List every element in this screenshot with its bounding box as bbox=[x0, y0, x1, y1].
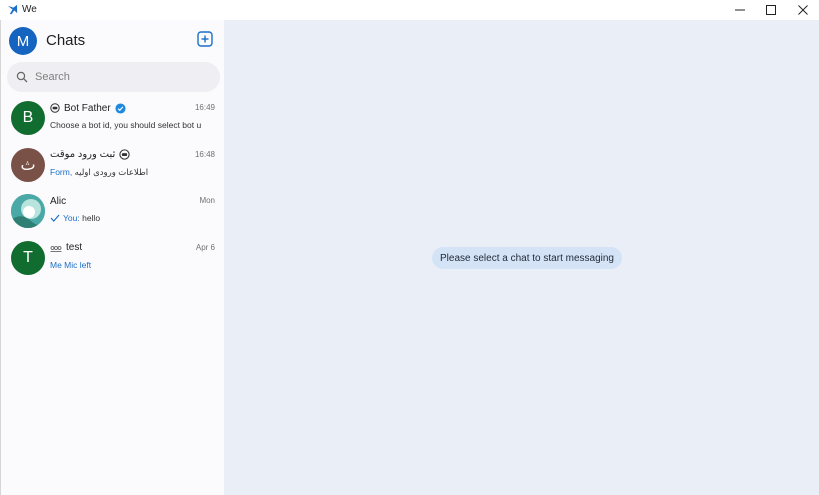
compose-icon[interactable] bbox=[197, 31, 213, 47]
message-preview: You: hello bbox=[50, 213, 218, 223]
chat-name: Alic bbox=[50, 195, 67, 207]
chat-item-alic[interactable]: Alic Mon You: hello bbox=[1, 190, 225, 237]
app-logo-icon bbox=[7, 4, 18, 15]
chat-list: B Bot Father 16:49 Choose a bot id, you … bbox=[1, 97, 225, 283]
bot-icon bbox=[119, 149, 130, 160]
message-preview: Form, اطلاعات ورودی اولیه bbox=[50, 167, 218, 178]
user-avatar[interactable]: M bbox=[9, 27, 37, 55]
chat-name: ثبت ورود موقت bbox=[50, 149, 116, 160]
group-icon bbox=[50, 245, 62, 252]
avatar-image bbox=[11, 194, 45, 228]
maximize-icon bbox=[766, 5, 776, 15]
chat-item-temp-login[interactable]: ث ثبت ورود موقت 16:48 Form, اطلاعات ورود… bbox=[1, 144, 225, 191]
close-icon bbox=[798, 5, 808, 15]
message-preview: Choose a bot id, you should select bot u bbox=[50, 120, 218, 130]
chat-sidebar: M Chats B Bot Father bbox=[0, 20, 224, 495]
check-icon bbox=[50, 214, 60, 222]
avatar bbox=[11, 194, 45, 228]
sidebar-header: M Chats bbox=[1, 20, 225, 60]
preview-prefix: You: bbox=[63, 213, 80, 223]
chat-time: Mon bbox=[199, 196, 215, 205]
chat-item-bot-father[interactable]: B Bot Father 16:49 Choose a bot id, you … bbox=[1, 97, 225, 144]
search-input[interactable] bbox=[35, 66, 210, 88]
minimize-icon bbox=[735, 9, 745, 11]
page-title: Chats bbox=[46, 32, 86, 49]
empty-state-message: Please select a chat to start messaging bbox=[432, 247, 622, 269]
avatar: T bbox=[11, 240, 45, 275]
chat-name-row: Alic bbox=[50, 194, 216, 208]
preview-prefix: Form, bbox=[50, 167, 73, 177]
preview-text: Me Mic left bbox=[50, 259, 92, 270]
chat-name-row: Bot Father bbox=[50, 101, 216, 115]
preview-text: Choose a bot id, you should select bot u bbox=[50, 120, 202, 130]
chat-name: test bbox=[66, 242, 83, 253]
search-icon bbox=[16, 71, 28, 83]
close-button[interactable] bbox=[787, 0, 819, 20]
conversation-area: Please select a chat to start messaging bbox=[224, 20, 819, 495]
verified-badge-icon bbox=[115, 102, 126, 114]
chat-item-test[interactable]: T test Apr 6 Me Mic left bbox=[1, 237, 225, 284]
message-preview: Me Mic left bbox=[50, 260, 218, 270]
chat-time: Apr 6 bbox=[195, 242, 215, 252]
chat-name: Bot Father bbox=[64, 102, 111, 114]
search-box[interactable] bbox=[7, 62, 220, 92]
title-bar: We bbox=[0, 0, 819, 20]
avatar: B bbox=[11, 101, 45, 135]
chat-time: 16:49 bbox=[194, 103, 215, 112]
chat-name-row: test bbox=[50, 241, 216, 255]
preview-text: hello bbox=[82, 213, 101, 223]
preview-text: اطلاعات ورودی اولیه bbox=[74, 166, 149, 177]
avatar: ث bbox=[11, 147, 45, 182]
chat-time: 16:48 bbox=[194, 149, 215, 159]
chat-name-row: ثبت ورود موقت bbox=[50, 148, 216, 162]
maximize-button[interactable] bbox=[755, 0, 787, 20]
bot-icon bbox=[50, 103, 60, 113]
window-title: We bbox=[22, 4, 37, 15]
minimize-button[interactable] bbox=[724, 0, 756, 20]
